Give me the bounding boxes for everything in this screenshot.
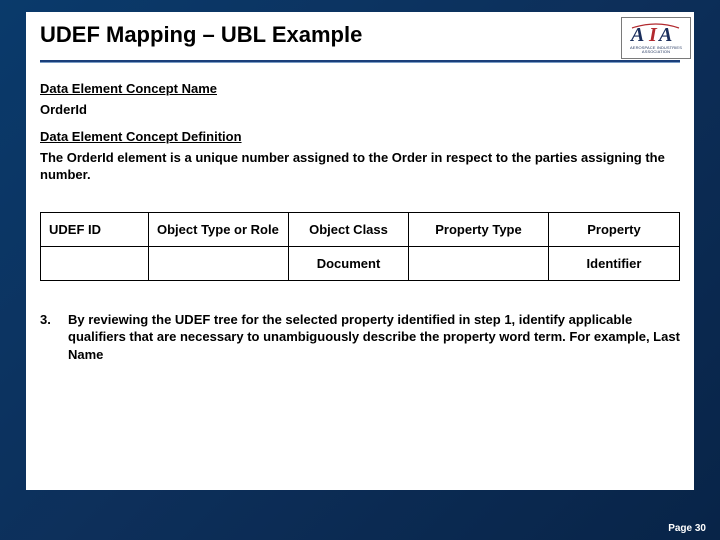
step-number: 3. xyxy=(40,311,68,364)
page-title: UDEF Mapping – UBL Example xyxy=(40,22,680,48)
td-udef-id xyxy=(41,246,149,280)
mapping-table: UDEF ID Object Type or Role Object Class… xyxy=(40,212,680,281)
logo-mark-icon: A I A xyxy=(629,23,683,45)
th-object-type: Object Type or Role xyxy=(149,212,289,246)
slide-body: Data Element Concept Name OrderId Data E… xyxy=(26,63,694,363)
logo-aia: A I A AEROSPACE INDUSTRIES ASSOCIATION xyxy=(621,17,691,59)
page-number: Page 30 xyxy=(668,523,706,534)
table-row: Document Identifier xyxy=(41,246,680,280)
concept-name-heading: Data Element Concept Name xyxy=(40,81,680,96)
title-area: UDEF Mapping – UBL Example xyxy=(26,12,694,56)
step-text: By reviewing the UDEF tree for the selec… xyxy=(68,311,680,364)
svg-text:I: I xyxy=(648,24,658,45)
concept-def-value: The OrderId element is a unique number a… xyxy=(40,150,680,184)
th-udef-id: UDEF ID xyxy=(41,212,149,246)
slide-content: A I A AEROSPACE INDUSTRIES ASSOCIATION U… xyxy=(26,12,694,490)
th-object-class: Object Class xyxy=(289,212,409,246)
logo-subtext: AEROSPACE INDUSTRIES ASSOCIATION xyxy=(622,46,690,54)
table-header-row: UDEF ID Object Type or Role Object Class… xyxy=(41,212,680,246)
th-property-type: Property Type xyxy=(409,212,549,246)
concept-name-value: OrderId xyxy=(40,102,680,119)
svg-text:A: A xyxy=(657,24,672,45)
td-property: Identifier xyxy=(549,246,680,280)
th-property: Property xyxy=(549,212,680,246)
td-property-type xyxy=(409,246,549,280)
td-object-type xyxy=(149,246,289,280)
td-object-class: Document xyxy=(289,246,409,280)
concept-def-heading: Data Element Concept Definition xyxy=(40,129,680,144)
step-row: 3. By reviewing the UDEF tree for the se… xyxy=(40,311,680,364)
